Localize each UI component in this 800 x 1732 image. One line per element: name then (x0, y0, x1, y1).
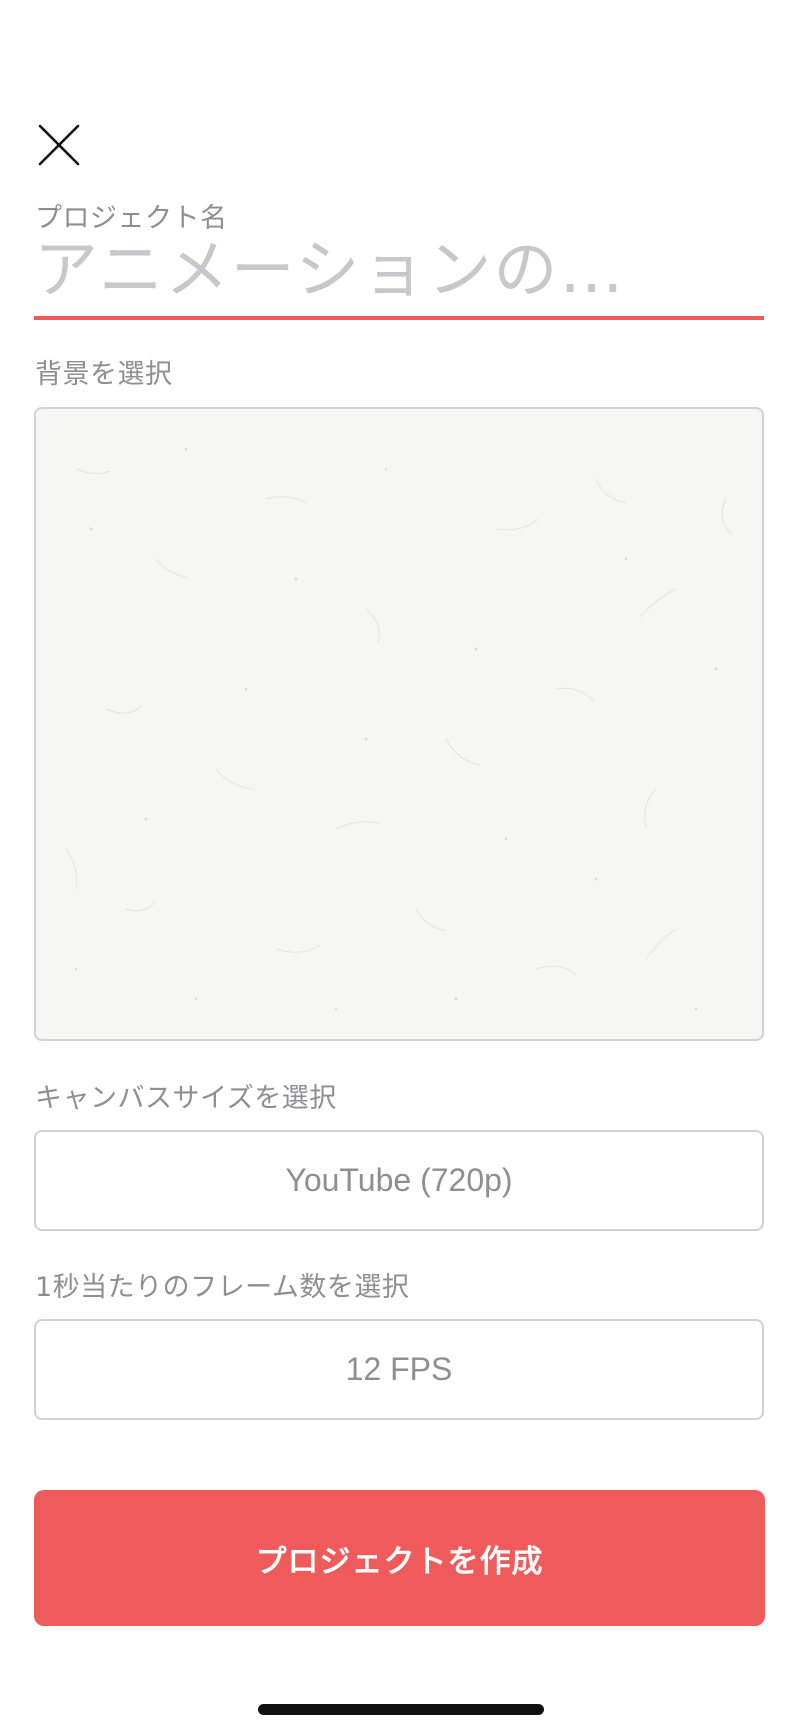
home-indicator[interactable] (258, 1704, 544, 1715)
create-project-label: プロジェクトを作成 (255, 1543, 544, 1580)
close-icon (38, 124, 80, 166)
project-name-label: プロジェクト名 (35, 203, 228, 234)
close-button[interactable] (36, 122, 82, 168)
canvas-size-value: YouTube (720p) (285, 1162, 513, 1198)
paper-texture (36, 409, 762, 1039)
project-name-input[interactable] (34, 232, 764, 320)
create-project-button[interactable]: プロジェクトを作成 (34, 1490, 765, 1626)
fps-label: 1秒当たりのフレーム数を選択 (35, 1272, 410, 1303)
canvas-size-label: キャンバスサイズを選択 (35, 1083, 337, 1114)
fps-value: 12 FPS (345, 1351, 453, 1387)
background-label: 背景を選択 (35, 359, 173, 390)
fps-select[interactable]: 12 FPS (34, 1319, 764, 1420)
background-preview[interactable] (34, 407, 764, 1041)
canvas-size-select[interactable]: YouTube (720p) (34, 1130, 764, 1231)
